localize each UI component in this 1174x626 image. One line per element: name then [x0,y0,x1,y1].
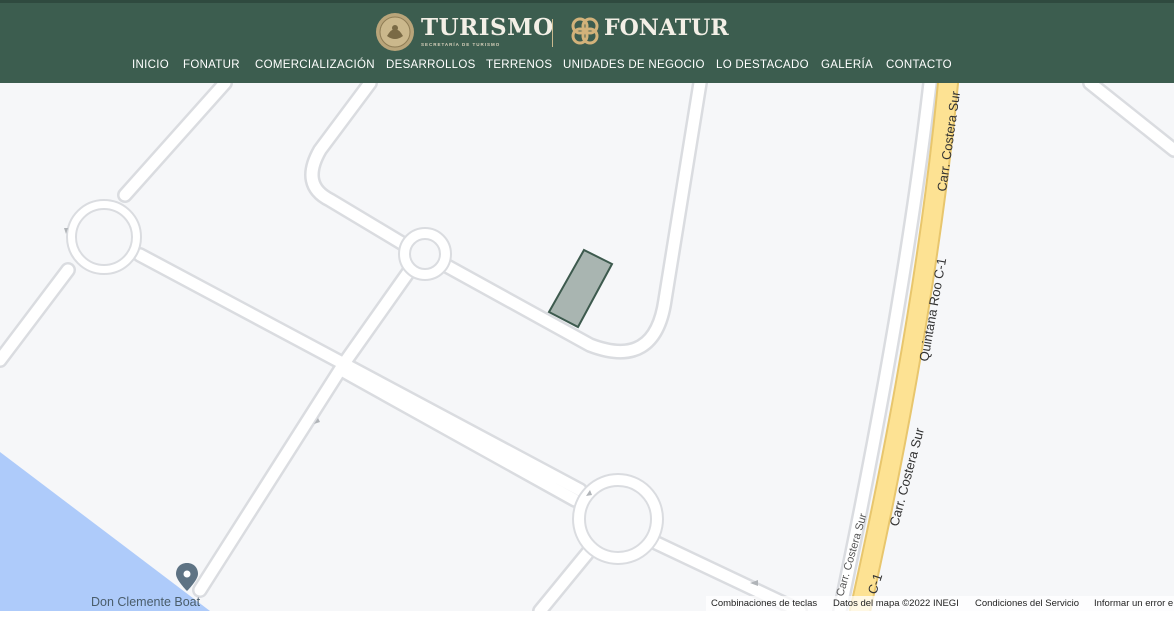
map-attribution: Combinaciones de teclas Datos del mapa ©… [706,596,1174,611]
nav-item-terrenos[interactable]: TERRENOS [486,59,552,71]
fonatur-knot-icon [571,17,599,45]
page-below-map [0,611,1174,626]
nav-item-comercializacion[interactable]: COMERCIALIZACIÓN [255,59,375,71]
nav-item-desarrollos[interactable]: DESARROLLOS [386,59,476,71]
map-canvas[interactable]: Carr. Costera Sur Quintana Roo C-1 Carr.… [0,83,1174,611]
keyboard-shortcuts-link[interactable]: Combinaciones de teclas [711,598,817,609]
nav-item-fonatur[interactable]: FONATUR [183,59,240,71]
nav-item-galeria[interactable]: GALERÍA [821,59,873,71]
fonatur-logo[interactable]: FONATUR [604,15,729,41]
nav-item-unidades-de-negocio[interactable]: UNIDADES DE NEGOCIO [563,59,705,71]
logo-bar: TURISMO SECRETARÍA DE TURISMO FONATUR [0,7,1174,51]
mexican-seal-icon [376,13,414,51]
turismo-logo[interactable]: TURISMO [421,14,554,41]
nav-item-lo-destacado[interactable]: LO DESTACADO [716,59,809,71]
nav-item-contacto[interactable]: CONTACTO [886,59,952,71]
terms-link[interactable]: Condiciones del Servicio [975,598,1079,609]
logo-divider [552,19,553,47]
map-data-text: Datos del mapa ©2022 INEGI [833,598,959,609]
turismo-subline: SECRETARÍA DE TURISMO [421,42,501,47]
report-error-link[interactable]: Informar un error e [1094,598,1173,609]
place-label[interactable]: Don Clemente Boat [91,595,201,609]
site-header: TURISMO SECRETARÍA DE TURISMO FONATUR IN… [0,0,1174,83]
main-nav: INICIO FONATUR COMERCIALIZACIÓN DESARROL… [0,59,1174,79]
nav-item-inicio[interactable]: INICIO [132,59,169,71]
map-view[interactable]: Carr. Costera Sur Quintana Roo C-1 Carr.… [0,83,1174,611]
water-area [0,452,210,611]
parcel-polygon[interactable] [547,248,614,329]
